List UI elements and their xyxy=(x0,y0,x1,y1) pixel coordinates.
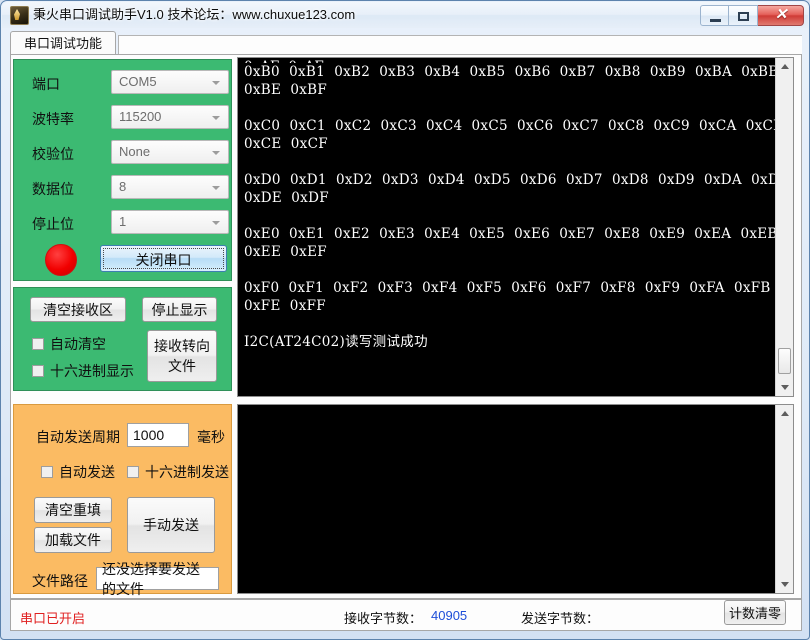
auto-clear-label: 自动清空 xyxy=(50,336,106,352)
receive-lines: 0xB0 0xB1 0xB2 0xB3 0xB4 0xB5 0xB6 0xB7 … xyxy=(238,63,775,351)
receive-line: 0xF0 0xF1 0xF2 0xF3 0xF4 0xF5 0xF6 0xF7 … xyxy=(244,280,771,296)
receive-line: 0xE0 0xE1 0xE2 0xE3 0xE4 0xE5 0xE6 0xE7 … xyxy=(244,226,775,242)
databits-select[interactable]: 8 xyxy=(111,175,229,199)
chevron-down-icon xyxy=(212,81,220,85)
tab-strip-filler xyxy=(118,35,802,55)
close-icon: ✕ xyxy=(774,7,788,23)
app-icon xyxy=(10,6,29,25)
stopbits-select-value: 1 xyxy=(119,214,127,229)
label-baudrate: 波特率 xyxy=(32,111,74,127)
checkbox-box xyxy=(127,466,139,478)
label-databits: 数据位 xyxy=(32,181,74,197)
receive-line xyxy=(238,261,775,279)
port-select-value: COM5 xyxy=(119,74,157,89)
scroll-up-icon[interactable] xyxy=(781,411,789,416)
receive-line xyxy=(238,207,775,225)
send-text-surface xyxy=(238,405,775,593)
recv-bytes-label: 接收字节数： xyxy=(344,611,423,626)
receive-scrollbar[interactable] xyxy=(775,58,793,396)
databits-select-value: 8 xyxy=(119,179,127,194)
load-file-button[interactable]: 加载文件 xyxy=(34,527,112,553)
auto-clear-checkbox[interactable]: 自动清空 xyxy=(32,334,106,354)
label-parity: 校验位 xyxy=(32,146,74,162)
auto-send-period-label: 自动发送周期 xyxy=(36,429,120,445)
clear-receive-button[interactable]: 清空接收区 xyxy=(30,297,126,322)
clear-count-button[interactable]: 计数清零 xyxy=(724,600,786,625)
clear-refill-button[interactable]: 清空重填 xyxy=(34,497,112,523)
receive-line xyxy=(238,99,775,117)
stop-display-button[interactable]: 停止显示 xyxy=(142,297,217,322)
receive-line: 0xBE 0xBF xyxy=(244,82,328,98)
label-port: 端口 xyxy=(32,76,60,92)
parity-select-value: None xyxy=(119,144,151,159)
parity-select[interactable]: None xyxy=(111,140,229,164)
maximize-button[interactable] xyxy=(729,5,758,26)
recv-bytes-value: 40905 xyxy=(431,608,468,623)
chevron-down-icon xyxy=(212,116,220,120)
focus-outline xyxy=(103,248,224,269)
minimize-button[interactable] xyxy=(700,5,729,26)
send-textarea[interactable] xyxy=(237,404,794,594)
receive-line: 0xEE 0xEF xyxy=(244,244,327,260)
hex-send-checkbox[interactable]: 十六进制发送 xyxy=(127,462,229,482)
file-path-label: 文件路径 xyxy=(32,573,88,589)
chevron-down-icon xyxy=(212,151,220,155)
tab-strip: 串口调试功能 xyxy=(10,31,802,55)
scroll-down-icon[interactable] xyxy=(781,385,789,390)
chevron-down-icon xyxy=(212,221,220,225)
checkbox-box xyxy=(41,466,53,478)
scroll-up-icon[interactable] xyxy=(781,64,789,69)
title-bar: 秉火串口调试助手V1.0 技术论坛：www.chuxue123.com ✕ xyxy=(2,2,808,28)
auto-send-period-unit: 毫秒 xyxy=(197,429,225,445)
receive-line xyxy=(238,153,775,171)
port-state-text: 串口已开启 xyxy=(20,611,86,626)
receive-control-panel: 清空接收区 停止显示 自动清空 十六进制显示 接收转向文件 xyxy=(13,287,232,391)
receive-textarea[interactable]: 0xAE 0xAF 0xB0 0xB1 0xB2 0xB3 0xB4 0xB5 … xyxy=(237,57,794,397)
status-led-icon xyxy=(45,244,77,276)
auto-send-checkbox[interactable]: 自动发送 xyxy=(41,462,115,482)
receive-line xyxy=(238,315,775,333)
receive-line: 0xFE 0xFF xyxy=(244,298,326,314)
toggle-port-button[interactable]: 关闭串口 xyxy=(100,245,227,272)
receive-line: 0xDE 0xDF xyxy=(244,190,329,206)
scrollbar-thumb[interactable] xyxy=(778,348,791,374)
receive-line: I2C(AT24C02)读写测试成功 xyxy=(244,334,428,350)
checkbox-box xyxy=(32,338,44,350)
window-controls: ✕ xyxy=(700,5,804,26)
file-path-input[interactable]: 还没选择要发送的文件 xyxy=(96,561,219,597)
app-window: 秉火串口调试助手V1.0 技术论坛：www.chuxue123.com ✕ 串口… xyxy=(0,0,810,640)
send-bytes-label: 发送字节数： xyxy=(521,611,600,626)
hex-display-checkbox[interactable]: 十六进制显示 xyxy=(32,361,134,381)
label-stopbits: 停止位 xyxy=(32,216,74,232)
receive-to-file-button[interactable]: 接收转向文件 xyxy=(147,330,217,382)
chevron-down-icon xyxy=(212,186,220,190)
receive-line: 0xCE 0xCF xyxy=(244,136,328,152)
send-scrollbar[interactable] xyxy=(775,405,793,593)
status-bar: 串口已开启 接收字节数： 40905 发送字节数： xyxy=(10,599,802,631)
receive-text-surface: 0xAE 0xAF 0xB0 0xB1 0xB2 0xB3 0xB4 0xB5 … xyxy=(238,58,775,396)
window-title: 秉火串口调试助手V1.0 技术论坛：www.chuxue123.com xyxy=(33,7,356,22)
receive-line: 0xB0 0xB1 0xB2 0xB3 0xB4 0xB5 0xB6 0xB7 … xyxy=(244,64,775,80)
hex-display-label: 十六进制显示 xyxy=(50,363,134,379)
receive-line: 0xC0 0xC1 0xC2 0xC3 0xC4 0xC5 0xC6 0xC7 … xyxy=(244,118,775,134)
port-select[interactable]: COM5 xyxy=(111,70,229,94)
baudrate-select[interactable]: 115200 xyxy=(111,105,229,129)
baudrate-select-value: 115200 xyxy=(119,109,162,124)
hex-send-label: 十六进制发送 xyxy=(145,464,229,480)
close-button[interactable]: ✕ xyxy=(758,5,804,26)
receive-line: 0xD0 0xD1 0xD2 0xD3 0xD4 0xD5 0xD6 0xD7 … xyxy=(244,172,775,188)
stopbits-select[interactable]: 1 xyxy=(111,210,229,234)
scroll-down-icon[interactable] xyxy=(781,582,789,587)
auto-send-label: 自动发送 xyxy=(59,464,115,480)
tab-serial-debug[interactable]: 串口调试功能 xyxy=(10,31,117,55)
manual-send-button[interactable]: 手动发送 xyxy=(127,497,215,553)
checkbox-box xyxy=(32,365,44,377)
send-control-panel: 自动发送周期 1000 毫秒 自动发送 十六进制发送 清空重填 加载文件 手动发… xyxy=(13,404,232,597)
auto-send-period-input[interactable]: 1000 xyxy=(127,423,189,447)
